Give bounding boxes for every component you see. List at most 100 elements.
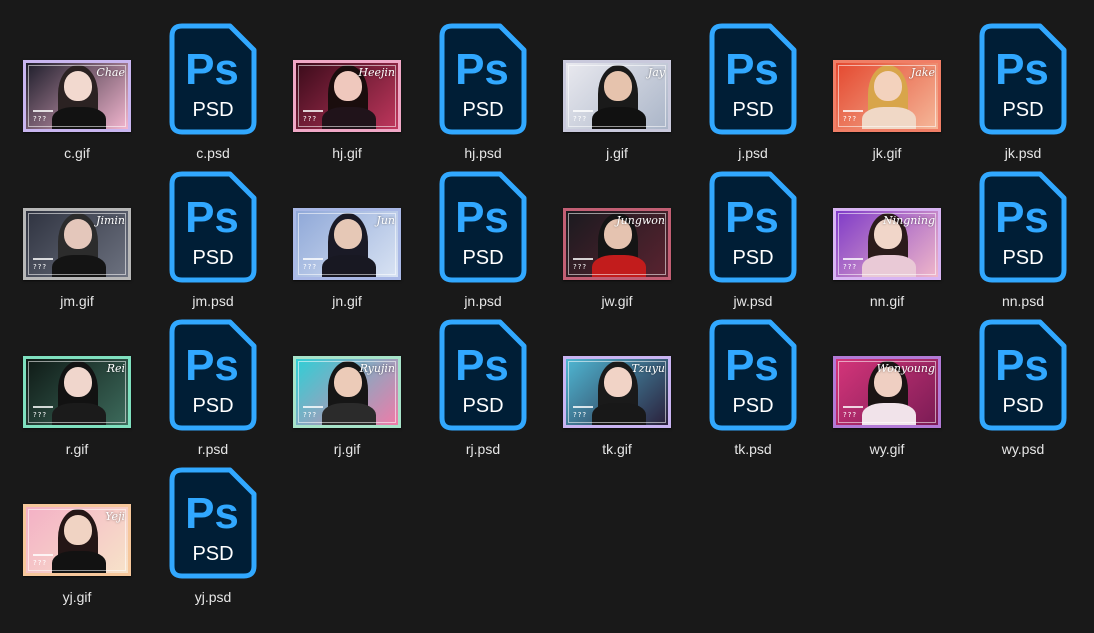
thumbnail-script-text: Ningning: [883, 214, 935, 227]
gif-thumbnail: Ningning???: [833, 208, 941, 280]
file-name-label: r.gif: [65, 441, 89, 457]
psd-icon-caption: PSD: [462, 395, 503, 417]
psd-icon-caption: PSD: [192, 395, 233, 417]
file-name-label: c.psd: [196, 145, 230, 161]
file-item[interactable]: Jimin??? jm.gif: [22, 170, 132, 318]
thumbnail-bar: [843, 110, 863, 112]
gif-thumbnail: Yeji???: [23, 504, 131, 576]
file-item[interactable]: Ps PSD jn.psd: [428, 170, 538, 318]
thumbnail-bar: [303, 110, 323, 112]
file-item[interactable]: Ps PSD yj.psd: [158, 466, 268, 614]
gif-thumbnail: Wonyoung???: [833, 356, 941, 428]
file-item[interactable]: Ps PSD jw.psd: [698, 170, 808, 318]
file-name-label: wy.gif: [869, 441, 905, 457]
file-name-label: yj.psd: [194, 589, 232, 605]
thumbnail-placeholder-text: ???: [843, 263, 858, 271]
file-item[interactable]: Tzuyu??? tk.gif: [562, 318, 672, 466]
thumbnail-script-text: Chae: [96, 66, 125, 79]
thumbnail-placeholder-text: ???: [33, 115, 48, 123]
thumbnail-script-text: Tzuyu: [631, 362, 665, 375]
psd-icon-caption: PSD: [192, 247, 233, 269]
thumbnail-script-text: Jimin: [96, 214, 125, 227]
file-item[interactable]: Jungwon??? jw.gif: [562, 170, 672, 318]
file-item[interactable]: Ps PSD j.psd: [698, 22, 808, 170]
thumbnail-placeholder-text: ???: [303, 263, 318, 271]
thumbnail-bar: [573, 258, 593, 260]
psd-icon-letters: Ps: [995, 193, 1049, 242]
photoshop-psd-icon: Ps PSD: [708, 170, 798, 284]
gif-thumbnail: Jun???: [293, 208, 401, 280]
file-name-label: wy.psd: [1001, 441, 1045, 457]
file-item[interactable]: Chae??? c.gif: [22, 22, 132, 170]
photoshop-psd-icon: Ps PSD: [168, 318, 258, 432]
file-item[interactable]: Ps PSD r.psd: [158, 318, 268, 466]
photoshop-psd-icon: Ps PSD: [438, 318, 528, 432]
file-name-label: j.psd: [738, 145, 768, 161]
file-name-label: yj.gif: [62, 589, 92, 605]
file-name-label: r.psd: [197, 441, 229, 457]
psd-icon-caption: PSD: [732, 395, 773, 417]
psd-icon-letters: Ps: [185, 193, 239, 242]
file-item[interactable]: Ps PSD tk.psd: [698, 318, 808, 466]
file-item[interactable]: Ps PSD c.psd: [158, 22, 268, 170]
thumbnail-placeholder-text: ???: [573, 411, 588, 419]
gif-thumbnail: Jay???: [563, 60, 671, 132]
photoshop-psd-icon: Ps PSD: [708, 22, 798, 136]
photoshop-psd-icon: Ps PSD: [978, 170, 1068, 284]
thumbnail-placeholder-text: ???: [303, 115, 318, 123]
gif-thumbnail: Jake???: [833, 60, 941, 132]
file-name-label: jn.gif: [332, 293, 362, 309]
thumbnail-bar: [303, 406, 323, 408]
file-name-label: tk.gif: [602, 441, 632, 457]
psd-icon-letters: Ps: [725, 45, 779, 94]
file-item[interactable]: Jun??? jn.gif: [292, 170, 402, 318]
thumbnail-placeholder-text: ???: [33, 411, 48, 419]
thumbnail-bar: [573, 406, 593, 408]
file-item[interactable]: Ps PSD rj.psd: [428, 318, 538, 466]
file-name-label: rj.psd: [465, 441, 501, 457]
file-name-label: jn.psd: [464, 293, 502, 309]
thumbnail-script-text: Jake: [910, 66, 935, 79]
psd-icon-caption: PSD: [462, 99, 503, 121]
gif-thumbnail: Jimin???: [23, 208, 131, 280]
file-name-label: nn.psd: [1001, 293, 1045, 309]
file-item[interactable]: Yeji??? yj.gif: [22, 466, 132, 614]
file-item[interactable]: Wonyoung??? wy.gif: [832, 318, 942, 466]
thumbnail-script-text: Jungwon: [616, 214, 665, 227]
psd-icon-caption: PSD: [1002, 247, 1043, 269]
thumbnail-script-text: Yeji: [105, 510, 125, 523]
photoshop-psd-icon: Ps PSD: [168, 170, 258, 284]
file-item[interactable]: Ps PSD jk.psd: [968, 22, 1078, 170]
file-item[interactable]: Ps PSD wy.psd: [968, 318, 1078, 466]
file-item[interactable]: Ps PSD hj.psd: [428, 22, 538, 170]
file-name-label: jw.gif: [601, 293, 633, 309]
thumbnail-bar: [303, 258, 323, 260]
thumbnail-script-text: Jun: [376, 214, 395, 227]
photoshop-psd-icon: Ps PSD: [168, 466, 258, 580]
psd-icon-letters: Ps: [185, 45, 239, 94]
file-item[interactable]: Ps PSD jm.psd: [158, 170, 268, 318]
psd-icon-caption: PSD: [732, 99, 773, 121]
photoshop-psd-icon: Ps PSD: [708, 318, 798, 432]
thumbnail-script-text: Heejin: [358, 66, 395, 79]
gif-thumbnail: Rei???: [23, 356, 131, 428]
file-explorer-grid: Chae??? c.gif Ps PSD c.psd Heejin??? hj.gif Ps P…: [0, 0, 1094, 633]
photoshop-psd-icon: Ps PSD: [978, 318, 1068, 432]
gif-thumbnail: Jungwon???: [563, 208, 671, 280]
file-item[interactable]: Ryujin??? rj.gif: [292, 318, 402, 466]
file-item[interactable]: Jay??? j.gif: [562, 22, 672, 170]
psd-icon-caption: PSD: [1002, 99, 1043, 121]
file-item[interactable]: Ps PSD nn.psd: [968, 170, 1078, 318]
gif-thumbnail: Chae???: [23, 60, 131, 132]
file-name-label: nn.gif: [869, 293, 905, 309]
file-name-label: jw.psd: [733, 293, 773, 309]
psd-icon-letters: Ps: [725, 193, 779, 242]
file-item[interactable]: Rei??? r.gif: [22, 318, 132, 466]
psd-icon-letters: Ps: [995, 45, 1049, 94]
file-name-label: jm.gif: [60, 293, 94, 309]
file-item[interactable]: Ningning??? nn.gif: [832, 170, 942, 318]
file-item[interactable]: Heejin??? hj.gif: [292, 22, 402, 170]
file-item[interactable]: Jake??? jk.gif: [832, 22, 942, 170]
thumbnail-placeholder-text: ???: [573, 263, 588, 271]
thumbnail-script-text: Jay: [647, 66, 665, 79]
